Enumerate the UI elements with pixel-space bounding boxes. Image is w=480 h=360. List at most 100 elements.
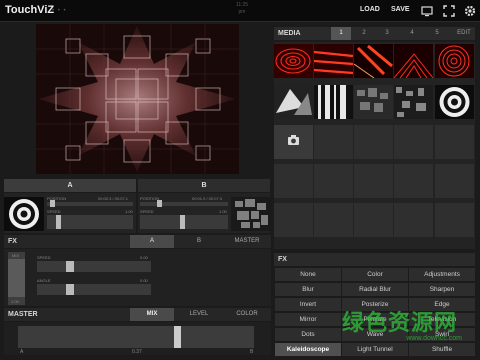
save-button[interactable]: SAVE <box>391 6 410 13</box>
fx-angle-slider[interactable] <box>37 284 151 295</box>
media-empty-slot[interactable] <box>394 203 433 237</box>
fx-tab-master[interactable]: MASTER <box>224 235 270 248</box>
fx-blur[interactable]: Blur <box>275 283 341 296</box>
gear-icon[interactable] <box>463 4 477 18</box>
media-empty-slot[interactable] <box>354 203 393 237</box>
master-label: MASTER <box>8 311 38 318</box>
media-empty-slot[interactable] <box>394 125 433 159</box>
app-logo: TouchViZ <box>5 4 55 16</box>
media-edit-button[interactable]: EDIT <box>452 27 476 40</box>
deck-b-speed-label: SPEED <box>140 209 154 214</box>
fx-angle-value: 0.00 <box>140 278 148 283</box>
deck-a-position-value: 00:00.3 / 00:07.1 <box>98 196 129 201</box>
media-bank-4[interactable]: 4 <box>402 27 422 40</box>
media-empty-slot[interactable] <box>354 125 393 159</box>
fx-television[interactable]: Television <box>409 313 475 326</box>
media-bank-2[interactable]: 2 <box>354 27 374 40</box>
deck-a-position-slider[interactable] <box>47 202 133 206</box>
media-clip-2[interactable] <box>314 44 353 78</box>
fx-none[interactable]: None <box>275 268 341 281</box>
media-clip-7[interactable] <box>314 85 353 119</box>
fx-shuffle[interactable]: Shuffle <box>409 343 475 356</box>
output-preview <box>36 24 239 174</box>
fx-light-tunnel[interactable]: Light Tunnel <box>342 343 408 356</box>
fx-mix-fill <box>8 259 25 297</box>
crossfader-track[interactable] <box>18 326 254 348</box>
deck-b-thumbnail[interactable] <box>231 197 271 231</box>
deck-a-tab[interactable]: A <box>4 179 136 192</box>
crossfader-label-b: B <box>250 349 254 355</box>
crossfader-value: 0.37 <box>132 349 142 355</box>
fx-tab-b[interactable]: B <box>177 235 221 248</box>
fx-angle-knob[interactable] <box>66 284 74 295</box>
media-empty-slot[interactable] <box>394 164 433 198</box>
deck-a-speed-knob[interactable] <box>56 215 61 229</box>
deck-a-speed-label: SPEED <box>47 209 61 214</box>
fx-tab-a[interactable]: A <box>130 235 174 248</box>
media-empty-slot[interactable] <box>435 164 474 198</box>
deck-b-position-slider[interactable] <box>140 202 228 206</box>
media-empty-slot[interactable] <box>435 203 474 237</box>
fx-speed-label: SPEED <box>37 255 51 260</box>
load-button[interactable]: LOAD <box>360 6 380 13</box>
fx-swirl[interactable]: Swirl <box>409 328 475 341</box>
media-clip-5[interactable] <box>435 44 474 78</box>
media-clip-6[interactable] <box>274 85 313 119</box>
media-empty-slot[interactable] <box>314 164 353 198</box>
media-bank-3[interactable]: 3 <box>377 27 397 40</box>
deck-b-position-knob[interactable] <box>157 200 162 207</box>
fx-edge[interactable]: Edge <box>409 298 475 311</box>
fx-angle-label: ANGLE <box>37 278 51 283</box>
master-tab-color[interactable]: COLOR <box>224 308 270 321</box>
fx-panel-label: FX <box>278 256 287 263</box>
media-add-slot[interactable] <box>274 125 313 159</box>
crossfader-label-a: A <box>20 349 24 355</box>
media-empty-slot[interactable] <box>314 125 353 159</box>
media-empty-slot[interactable] <box>314 203 353 237</box>
fx-radial-blur[interactable]: Radial Blur <box>342 283 408 296</box>
media-empty-slot[interactable] <box>274 203 313 237</box>
fx-mix-label: MIX <box>12 253 20 258</box>
media-clip-9[interactable] <box>394 85 433 119</box>
deck-b-tab[interactable]: B <box>138 179 270 192</box>
media-empty-slot[interactable] <box>435 125 474 159</box>
deck-a-thumbnail[interactable] <box>4 197 44 231</box>
clock: 11:25 pm <box>235 2 249 15</box>
fx-mirror[interactable]: Mirror <box>275 313 341 326</box>
deck-a-speed-value: 1.00 <box>125 209 133 214</box>
deck-b-position-value: 00:01.0 / 00:07.3 <box>192 196 223 201</box>
fx-color[interactable]: Color <box>342 268 408 281</box>
media-bank-1[interactable]: 1 <box>331 27 351 40</box>
crossfader-knob[interactable] <box>174 326 181 348</box>
fx-mix-value: 1.00 <box>11 299 19 304</box>
fx-invert[interactable]: Invert <box>275 298 341 311</box>
media-clip-10[interactable] <box>435 85 474 119</box>
fx-pixelate[interactable]: Pixelate <box>342 313 408 326</box>
media-empty-slot[interactable] <box>354 164 393 198</box>
top-bar: TouchViZ • • • 11:25 pm LOAD SAVE <box>0 0 480 22</box>
media-clip-1[interactable] <box>274 44 313 78</box>
fx-kaleidoscope[interactable]: Kaleidoscope <box>275 343 341 356</box>
fx-sharpen[interactable]: Sharpen <box>409 283 475 296</box>
fx-adjustments[interactable]: Adjustments <box>409 268 475 281</box>
media-clip-3[interactable] <box>354 44 393 78</box>
fx-wave[interactable]: Wave <box>342 328 408 341</box>
display-icon[interactable] <box>420 4 434 18</box>
deck-a-position-knob[interactable] <box>50 200 55 207</box>
media-empty-slot[interactable] <box>274 164 313 198</box>
media-bank-5[interactable]: 5 <box>427 27 447 40</box>
media-clip-8[interactable] <box>354 85 393 119</box>
master-tab-mix[interactable]: MIX <box>130 308 174 321</box>
fx-posterize[interactable]: Posterize <box>342 298 408 311</box>
camera-icon <box>288 135 299 145</box>
fx-label: FX <box>8 238 17 245</box>
media-clip-4[interactable] <box>394 44 433 78</box>
app-menu-dots[interactable]: • • • <box>52 8 67 14</box>
fullscreen-icon[interactable] <box>442 4 456 18</box>
fx-speed-knob[interactable] <box>66 261 74 272</box>
fx-panel-header <box>274 253 475 266</box>
deck-b-speed-knob[interactable] <box>180 215 185 229</box>
fx-speed-slider[interactable] <box>37 261 151 272</box>
fx-dots[interactable]: Dots <box>275 328 341 341</box>
master-tab-level[interactable]: LEVEL <box>177 308 221 321</box>
